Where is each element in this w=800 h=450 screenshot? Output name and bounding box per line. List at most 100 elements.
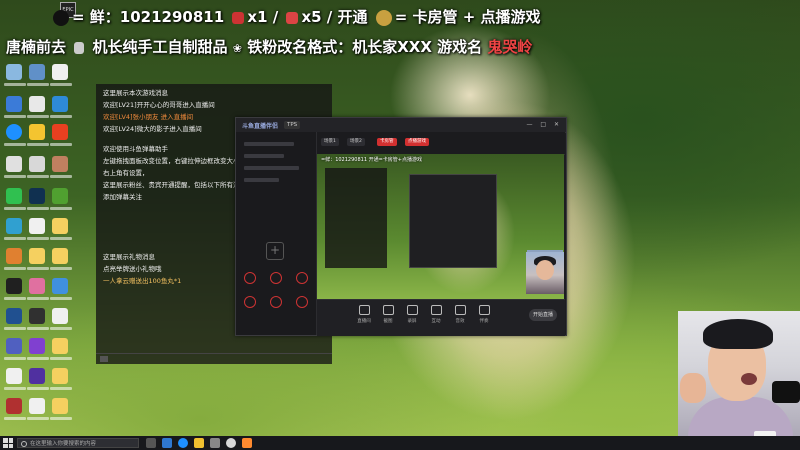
chat-line: 欢迎[LV21]开开心心的哥哥进入直播间: [103, 101, 215, 109]
desktop-icon[interactable]: [50, 96, 72, 122]
toolbar-label: 录屏: [407, 319, 417, 324]
desktop-icon[interactable]: [50, 124, 72, 150]
desktop-icon[interactable]: [50, 398, 72, 424]
scene-chip-active[interactable]: 卡房管: [377, 138, 397, 146]
banner-2-b: 机长纯手工自制甜品: [92, 38, 228, 56]
mic-icon[interactable]: [244, 272, 256, 284]
search-icon: [21, 441, 27, 447]
toolbar-button[interactable]: 截图: [377, 305, 399, 324]
desktop-icon[interactable]: [27, 398, 49, 424]
toolbar-button[interactable]: 直播间: [353, 305, 375, 324]
chat-line: 点亮举牌送小礼物哦: [103, 265, 162, 273]
desktop-icon[interactable]: [4, 398, 26, 424]
toolbar-button[interactable]: 互动: [425, 305, 447, 324]
add-source-icon[interactable]: +: [266, 242, 284, 260]
desktop-icon[interactable]: [50, 368, 72, 394]
chat-line: 欢迎[LV4]张小朋友 进入直播间: [103, 113, 194, 121]
desktop-icon[interactable]: [4, 308, 26, 334]
scene-chip[interactable]: 场景1: [321, 138, 339, 146]
toolbar-label: 互动: [431, 319, 441, 324]
stream-app-tab[interactable]: TPS: [284, 121, 301, 129]
desktop-icon[interactable]: [4, 248, 26, 274]
sidebar-row[interactable]: [244, 142, 294, 146]
desktop-icon[interactable]: [4, 338, 26, 364]
desktop-icon[interactable]: [50, 64, 72, 90]
plane-icon: [286, 11, 299, 24]
banner-2-a: 唐楠前去: [6, 38, 67, 56]
toolbar-button[interactable]: 伴奏: [473, 305, 495, 324]
toolbar-label: 音效: [455, 319, 465, 324]
desktop-icon[interactable]: [27, 368, 49, 394]
desktop-icon[interactable]: [27, 248, 49, 274]
sidebar-row[interactable]: [244, 154, 284, 158]
desktop-icon[interactable]: [4, 188, 26, 214]
desktop-icon[interactable]: [4, 156, 26, 182]
chat-line: 这里展示礼物消息: [103, 253, 155, 261]
taskbar-app-icon[interactable]: [178, 438, 188, 448]
chat-line: 这里展示粉丝、贵宾开通提醒，包括以下所有消息: [103, 181, 246, 189]
desktop-icon[interactable]: [27, 218, 49, 244]
chat-line: 一人拿云赠送出100鱼丸*1: [103, 277, 182, 285]
sound-effect-icon: [454, 305, 466, 315]
desktop-icon[interactable]: [4, 124, 26, 150]
desktop-icon[interactable]: [27, 338, 49, 364]
stream-app-titlebar[interactable]: 斗鱼直播伴侣 TPS — □ ✕: [236, 118, 566, 133]
share-icon[interactable]: [296, 296, 308, 308]
overlay-banner-line-1: = 鲜：1021290811 x1 / x5 / 开通 = 卡房管 + 点播游戏: [50, 6, 541, 27]
desktop-icon[interactable]: [50, 156, 72, 182]
resize-handle[interactable]: [100, 356, 108, 362]
desktop-icon[interactable]: [4, 96, 26, 122]
chat-line: 添加弹幕关注: [103, 193, 142, 201]
scene-chip-active[interactable]: 点播游戏: [405, 138, 429, 146]
desktop-icon[interactable]: [50, 308, 72, 334]
speaker-icon[interactable]: [270, 272, 282, 284]
desktop-icon[interactable]: [4, 218, 26, 244]
interact-icon: [430, 305, 442, 315]
desktop-icon[interactable]: [50, 338, 72, 364]
desktop-icon[interactable]: [27, 188, 49, 214]
desktop-icon[interactable]: [27, 124, 49, 150]
folder-icon[interactable]: [194, 438, 204, 448]
stream-app-sidebar: +: [236, 132, 317, 335]
taskbar-app-icon[interactable]: [210, 438, 220, 448]
desktop-icon[interactable]: [50, 188, 72, 214]
toolbar-label: 直播间: [357, 319, 371, 324]
windows-start-icon[interactable]: [3, 438, 13, 448]
stream-app-window[interactable]: 斗鱼直播伴侣 TPS — □ ✕ + 场景1 场景2 卡房管 点播游戏 =鲜：1…: [235, 117, 567, 336]
chat-line: 右上角有设置，: [103, 169, 149, 177]
desktop-icon[interactable]: [27, 308, 49, 334]
chat-line: 欢迎[LV24]微大的影子进入直播间: [103, 125, 202, 133]
toolbar-button[interactable]: 录屏: [401, 305, 423, 324]
settings-icon[interactable]: [244, 296, 256, 308]
desktop-icon[interactable]: [27, 96, 49, 122]
taskbar-app-icon[interactable]: [226, 438, 236, 448]
desktop-icon[interactable]: [50, 218, 72, 244]
taskbar-app-icon[interactable]: [162, 438, 172, 448]
banner-2-c: 铁粉改名格式：机长家XXX: [247, 38, 432, 56]
start-live-button[interactable]: 开始直播: [529, 309, 557, 321]
toolbar-label: 伴奏: [479, 319, 489, 324]
desktop-icon[interactable]: [27, 156, 49, 182]
record-icon[interactable]: [270, 296, 282, 308]
window-controls[interactable]: — □ ✕: [526, 121, 562, 128]
desktop-icon[interactable]: [4, 64, 26, 90]
desktop-icon[interactable]: [4, 368, 26, 394]
webcam-person-hair: [703, 319, 773, 349]
toolbar-button[interactable]: 音效: [449, 305, 471, 324]
desktop-icon[interactable]: [50, 248, 72, 274]
camera-icon[interactable]: [296, 272, 308, 284]
douyu-icon[interactable]: [242, 438, 252, 448]
webcam-small: [526, 252, 564, 294]
webcam-person-face: [536, 260, 554, 280]
record-screen-icon: [406, 305, 418, 315]
desktop-icon[interactable]: [27, 278, 49, 304]
desktop-icon[interactable]: [4, 278, 26, 304]
taskbar: 在这里输入你要搜索的内容: [0, 436, 800, 450]
desktop-icon[interactable]: [27, 64, 49, 90]
task-view-icon[interactable]: [146, 438, 156, 448]
desktop-icon[interactable]: [50, 278, 72, 304]
taskbar-search-input[interactable]: 在这里输入你要搜索的内容: [17, 438, 139, 448]
scene-chip[interactable]: 场景2: [347, 138, 365, 146]
sidebar-row[interactable]: [244, 166, 299, 170]
sidebar-row[interactable]: [244, 178, 279, 182]
